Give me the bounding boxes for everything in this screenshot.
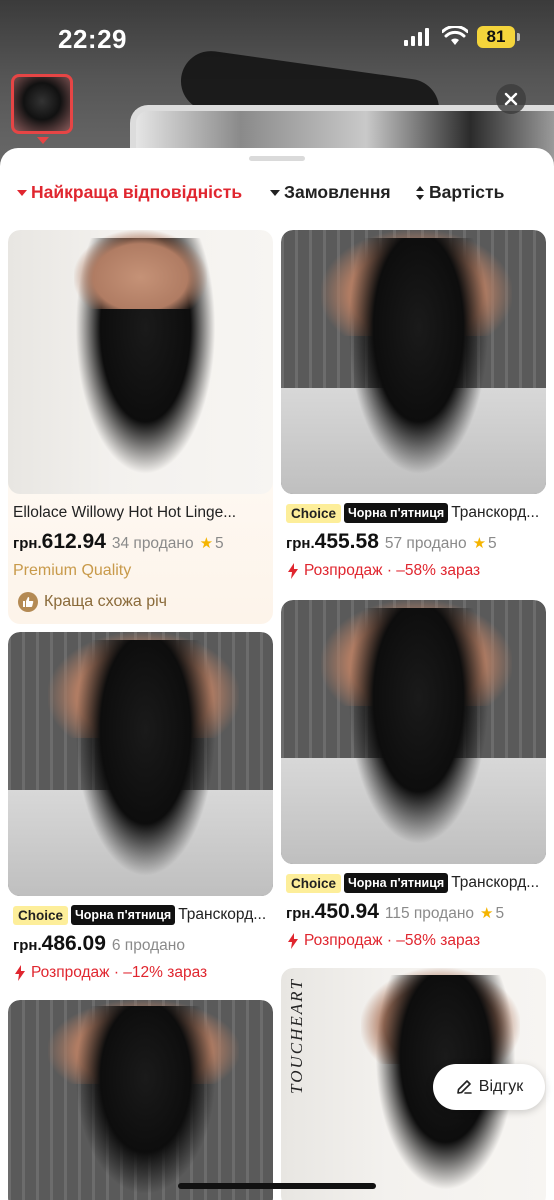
badge-row: Choice Чорна п'ятниця Транскорд...: [13, 905, 270, 925]
price-row: грн. 486.09 6 продано: [13, 932, 185, 956]
similar-item-link[interactable]: Краща схожа річ: [18, 592, 167, 612]
product-card[interactable]: Choice Чорна п'ятниця Транскорд... грн. …: [281, 230, 546, 590]
price: 450.94: [314, 900, 379, 923]
product-image[interactable]: [8, 230, 273, 494]
star-icon: ★: [472, 535, 487, 552]
product-title[interactable]: Транскорд...: [178, 906, 266, 924]
price: 455.58: [314, 530, 379, 553]
badge-row: Choice Чорна п'ятниця Транскорд...: [286, 873, 543, 893]
thumbs-up-icon: [18, 592, 38, 612]
thumbnail-caret-icon: [37, 137, 49, 144]
sort-best-match-label: Найкраща відповідність: [31, 182, 243, 202]
choice-badge: Choice: [13, 905, 69, 925]
star-icon: ★: [480, 905, 494, 922]
sort-price[interactable]: Вартість: [415, 182, 504, 203]
price: 486.09: [41, 932, 106, 955]
status-time: 22:29: [58, 24, 127, 54]
sale-label: Розпродаж · –58% зараз: [286, 932, 480, 950]
sale-tag-icon: [288, 563, 298, 579]
rating: 5: [488, 535, 497, 552]
results-sheet: Найкраща відповідність Замовлення Вартіс…: [0, 148, 554, 1200]
sold-count: 57 продано: [384, 535, 467, 552]
signal-icon: [404, 28, 430, 46]
currency: грн.: [13, 535, 42, 552]
product-title[interactable]: Транскорд...: [451, 874, 539, 892]
currency: грн.: [286, 905, 315, 922]
product-card[interactable]: Ellolace Willowy Hot Hot Linge... грн. 6…: [8, 230, 273, 624]
sold-count: 34 продано: [111, 535, 194, 552]
sale-tag-icon: [15, 965, 25, 981]
sort-orders[interactable]: Замовлення: [270, 182, 391, 203]
price-row: грн. 612.94 34 продано ★ 5: [13, 530, 224, 554]
pencil-icon: [456, 1080, 472, 1094]
currency: грн.: [286, 535, 315, 552]
brand-logo: TOUCHEART: [287, 978, 306, 1094]
home-indicator[interactable]: [178, 1183, 376, 1189]
search-image-thumbnail[interactable]: [11, 74, 73, 134]
product-title[interactable]: Ellolace Willowy Hot Hot Linge...: [13, 504, 268, 522]
status-bar: 22:29 81: [0, 0, 554, 70]
product-card[interactable]: Choice Чорна п'ятниця Транскорд... грн. …: [281, 600, 546, 960]
product-card[interactable]: Choice Чорна п'ятниця Транскорд... грн. …: [8, 632, 273, 992]
sort-price-label: Вартість: [429, 182, 505, 202]
black-friday-badge: Чорна п'ятниця: [71, 905, 176, 925]
product-image[interactable]: [8, 632, 273, 896]
rating: 5: [215, 535, 224, 552]
sale-label: Розпродаж · –12% зараз: [13, 964, 207, 982]
sold-count: 115 продано: [384, 905, 475, 922]
product-image[interactable]: [8, 1000, 273, 1200]
sale-text: Розпродаж · –12% зараз: [31, 964, 208, 981]
price-row: грн. 455.58 57 продано ★ 5: [286, 530, 497, 554]
sale-label: Розпродаж · –58% зараз: [286, 562, 480, 580]
choice-badge: Choice: [286, 873, 342, 893]
currency: грн.: [13, 937, 42, 954]
black-friday-badge: Чорна п'ятниця: [344, 873, 449, 893]
sale-text: Розпродаж · –58% зараз: [304, 932, 481, 949]
black-friday-badge: Чорна п'ятниця: [344, 503, 449, 523]
badge-row: Choice Чорна п'ятниця Транскорд...: [286, 503, 543, 523]
choice-badge: Choice: [286, 503, 342, 523]
product-title[interactable]: Транскорд...: [451, 504, 539, 522]
caret-down-icon: [270, 189, 280, 196]
feedback-button[interactable]: Відгук: [433, 1064, 545, 1110]
caret-down-icon: [17, 189, 27, 196]
product-card[interactable]: [8, 1000, 273, 1200]
rating: 5: [495, 905, 505, 922]
close-icon: [504, 92, 518, 106]
battery-icon: 81: [477, 26, 520, 48]
price-row: грн. 450.94 115 продано ★ 5: [286, 900, 504, 924]
sheet-grabber[interactable]: [249, 156, 305, 161]
product-image[interactable]: [281, 230, 546, 494]
sort-bar: Найкраща відповідність Замовлення Вартіс…: [0, 178, 554, 210]
sold-count: 6 продано: [111, 937, 185, 954]
product-image[interactable]: [281, 600, 546, 864]
sort-best-match[interactable]: Найкраща відповідність: [17, 182, 242, 203]
sale-tag-icon: [288, 933, 298, 949]
star-icon: ★: [199, 535, 214, 552]
sort-orders-label: Замовлення: [284, 182, 391, 202]
sort-updown-icon: [416, 185, 424, 200]
similar-item-label: Краща схожа річ: [44, 593, 167, 610]
premium-label: Premium Quality: [13, 562, 132, 579]
sale-text: Розпродаж · –58% зараз: [304, 562, 481, 579]
close-button[interactable]: [496, 84, 526, 114]
feedback-label: Відгук: [478, 1078, 524, 1095]
wifi-icon: [442, 26, 468, 45]
price: 612.94: [41, 530, 106, 553]
